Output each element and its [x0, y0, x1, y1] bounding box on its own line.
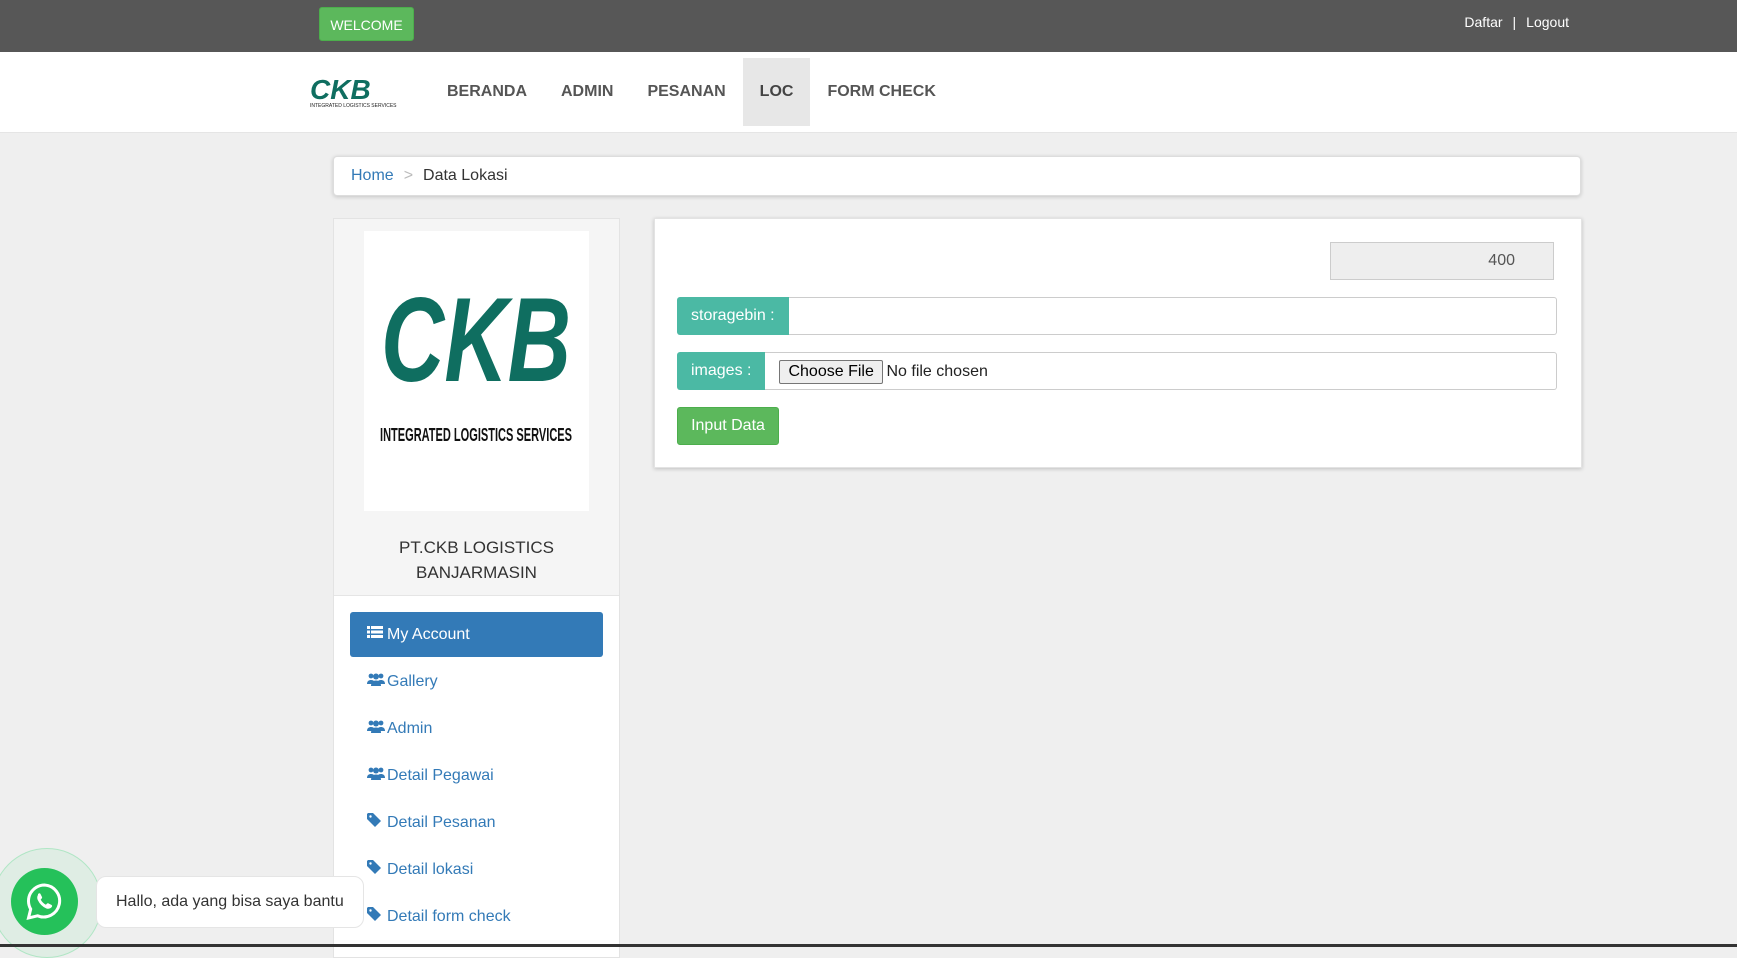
breadcrumb-home[interactable]: Home — [351, 167, 394, 184]
sidebar-item-label: My Account — [387, 626, 470, 643]
top-links-separator: | — [1512, 14, 1517, 30]
brand-logo-subtext: INTEGRATED LOGISTICS SERVICES — [310, 103, 397, 109]
company-name-line2: BANJARMASIN — [416, 563, 537, 582]
sidebar-item-label: Detail form check — [387, 908, 511, 925]
breadcrumb-divider: > — [403, 167, 414, 184]
sidebar-item-detail-lokasi[interactable]: Detail lokasi — [350, 847, 603, 892]
welcome-button[interactable]: WELCOME — [319, 7, 414, 41]
users-icon — [367, 659, 385, 704]
list-icon — [367, 612, 385, 657]
form-panel: 400 storagebin : images : Choose File No… — [654, 218, 1582, 468]
no-file-text: No file chosen — [886, 363, 988, 380]
images-group: images : Choose File No file chosen — [677, 352, 1557, 390]
nav-menu: BERANDA ADMIN PESANAN LOC FORM CHECK — [430, 58, 953, 126]
images-file-input[interactable]: Choose File No file chosen — [765, 352, 1557, 390]
daftar-link[interactable]: Daftar — [1464, 14, 1502, 30]
sidebar-item-label: Admin — [387, 720, 433, 737]
input-data-button[interactable]: Input Data — [677, 407, 779, 445]
storagebin-label: storagebin : — [677, 297, 789, 335]
users-icon — [367, 706, 385, 751]
sidebar-item-label: Detail Pesanan — [387, 814, 496, 831]
brand-logo[interactable]: CKB INTEGRATED LOGISTICS SERVICES — [308, 74, 408, 110]
company-name-line1: PT.CKB LOGISTICS — [399, 538, 554, 557]
choose-file-button[interactable]: Choose File — [779, 360, 883, 384]
brand-logo-text: CKB — [310, 74, 371, 105]
sidebar-item-detail-pesanan[interactable]: Detail Pesanan — [350, 800, 603, 845]
company-logo-subtext: INTEGRATED LOGISTICS SERVICES — [380, 425, 572, 445]
number-field[interactable]: 400 — [1330, 242, 1554, 280]
nav-form-check[interactable]: FORM CHECK — [810, 58, 952, 126]
breadcrumb: Home > Data Lokasi — [333, 156, 1581, 196]
images-label: images : — [677, 352, 766, 390]
top-bar: WELCOME Daftar | Logout — [0, 0, 1737, 52]
sidebar: CKB INTEGRATED LOGISTICS SERVICES PT.CKB… — [333, 218, 620, 958]
sidebar-item-label: Detail Pegawai — [387, 767, 494, 784]
company-logo-text: CKB — [381, 273, 571, 407]
main-navbar: CKB INTEGRATED LOGISTICS SERVICES BERAND… — [0, 52, 1737, 133]
sidebar-item-admin[interactable]: Admin — [350, 706, 603, 751]
nav-pesanan[interactable]: PESANAN — [630, 58, 742, 126]
company-logo: CKB INTEGRATED LOGISTICS SERVICES — [364, 231, 589, 511]
users-icon — [367, 753, 385, 798]
whatsapp-button[interactable] — [11, 868, 78, 935]
tag-icon — [367, 847, 385, 892]
sidebar-item-label: Gallery — [387, 673, 438, 690]
nav-beranda[interactable]: BERANDA — [430, 58, 544, 126]
sidebar-item-label: Detail lokasi — [387, 861, 474, 878]
nav-admin[interactable]: ADMIN — [544, 58, 630, 126]
whatsapp-icon — [26, 883, 62, 921]
profile-card: CKB INTEGRATED LOGISTICS SERVICES PT.CKB… — [334, 219, 619, 596]
storagebin-group: storagebin : — [677, 297, 1557, 335]
tag-icon — [367, 894, 385, 939]
sidebar-item-detail-pegawai[interactable]: Detail Pegawai — [350, 753, 603, 798]
logout-link[interactable]: Logout — [1526, 14, 1569, 30]
sidebar-item-detail-form-check[interactable]: Detail form check — [350, 894, 603, 939]
top-links: Daftar | Logout — [1464, 14, 1569, 30]
storagebin-input[interactable] — [788, 297, 1557, 335]
breadcrumb-current: Data Lokasi — [423, 167, 508, 184]
nav-loc[interactable]: LOC — [742, 58, 811, 126]
sidebar-menu: My Account Gallery Admin Detail Pegawai … — [334, 596, 619, 939]
company-logo-image: CKB INTEGRATED LOGISTICS SERVICES — [380, 273, 572, 445]
sidebar-item-my-account[interactable]: My Account — [350, 612, 603, 657]
sidebar-item-gallery[interactable]: Gallery — [350, 659, 603, 704]
tag-icon — [367, 800, 385, 845]
company-name: PT.CKB LOGISTICS BANJARMASIN — [334, 535, 619, 585]
whatsapp-chat-bubble[interactable]: Hallo, ada yang bisa saya bantu — [96, 876, 364, 928]
